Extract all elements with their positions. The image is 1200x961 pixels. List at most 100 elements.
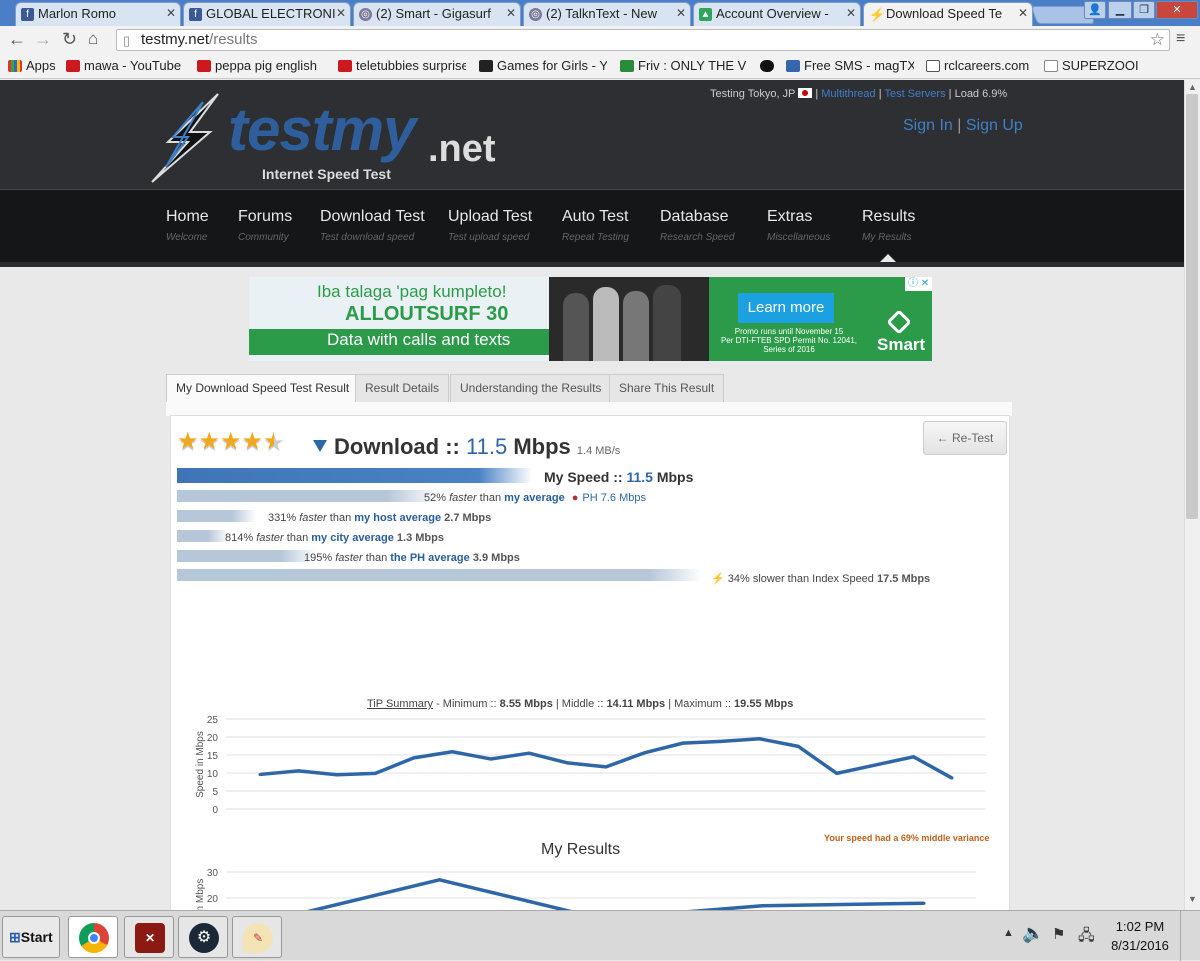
taskbar-paint[interactable]: ✎ bbox=[232, 916, 282, 958]
rcl-icon bbox=[926, 60, 940, 72]
nav-database[interactable]: Database Research Speed bbox=[660, 208, 735, 243]
scroll-down-icon[interactable]: ▼ bbox=[1188, 894, 1197, 904]
ph-average-link[interactable]: the PH average bbox=[390, 552, 469, 564]
separator: | bbox=[957, 117, 962, 134]
comparison-word: faster bbox=[335, 552, 363, 564]
my-results-title: My Results bbox=[541, 841, 621, 858]
nav-label: Forums bbox=[238, 208, 293, 225]
data-point bbox=[761, 904, 764, 908]
action-center-icon[interactable]: ⚑ bbox=[1052, 925, 1065, 943]
ad-cta-button[interactable]: Learn more bbox=[738, 293, 834, 323]
comparison-word: faster bbox=[256, 532, 284, 544]
nav-download-test[interactable]: Download Test Test download speed bbox=[320, 208, 425, 243]
bookmark-superzooi[interactable]: SUPERZOOI bbox=[1044, 58, 1139, 73]
ad-choices-icon[interactable]: ⓘ ✕ bbox=[905, 277, 932, 291]
browser-tab-5[interactable]: ▲ Account Overview - ✕ bbox=[693, 2, 861, 26]
bookmark-peppa[interactable]: peppa pig english bbox=[197, 58, 317, 73]
comparison-than: than bbox=[479, 492, 502, 504]
nav-extras[interactable]: Extras Miscellaneous bbox=[767, 208, 830, 243]
rating-stars: ★★★★★★★★★★ bbox=[177, 430, 285, 457]
nav-results[interactable]: Results My Results bbox=[862, 208, 915, 243]
tab-share-result[interactable]: Share This Result bbox=[609, 374, 725, 402]
scrollbar-thumb[interactable] bbox=[1186, 94, 1198, 519]
bookmark-rcl[interactable]: rclcareers.com bbox=[926, 58, 1029, 73]
taskbar-chrome[interactable] bbox=[68, 916, 118, 958]
star-rating: ★★★★★★★★★★ bbox=[177, 430, 285, 457]
minimize-button[interactable]: ▁ bbox=[1108, 1, 1132, 19]
network-icon[interactable]: 🖧 bbox=[1078, 925, 1095, 950]
menu-icon[interactable]: ≡ bbox=[1176, 30, 1185, 48]
sign-up-link[interactable]: Sign Up bbox=[966, 117, 1023, 134]
browser-tab-4[interactable]: ◎ (2) TalknText - New ✕ bbox=[523, 2, 691, 26]
my-average-link[interactable]: my average bbox=[504, 492, 565, 504]
nav-home[interactable]: Home Welcome bbox=[166, 208, 209, 243]
browser-tab-2[interactable]: f GLOBAL ELECTRONI ✕ bbox=[183, 2, 351, 26]
address-bar[interactable]: ▯ testmy.net/results ☆ bbox=[116, 29, 1170, 51]
data-point bbox=[296, 769, 300, 773]
tab-result-details[interactable]: Result Details bbox=[355, 374, 450, 402]
ad-banner[interactable]: Iba talaga 'pag kumpleto! ALLOUTSURF 30 … bbox=[249, 277, 932, 361]
windows-taskbar: ⊞Start ✕ ⚙ ✎ ▲ 🔈 ⚑ 🖧 1:02 PM 8/31/2016 bbox=[0, 910, 1200, 961]
nav-label: Results bbox=[862, 208, 916, 225]
close-window-button[interactable]: ✕ bbox=[1156, 1, 1198, 19]
user-icon[interactable]: 👤 bbox=[1084, 1, 1106, 19]
close-icon[interactable]: ✕ bbox=[166, 6, 176, 20]
home-icon[interactable]: ⌂ bbox=[88, 29, 98, 49]
taskbar-steam[interactable]: ⚙ bbox=[178, 916, 228, 958]
host-average-link[interactable]: my host average bbox=[354, 512, 441, 524]
bookmark-teletubbies[interactable]: teletubbies surprise bbox=[338, 58, 466, 73]
bookmark-apps[interactable]: Apps bbox=[8, 58, 56, 73]
scroll-up-icon[interactable]: ▲ bbox=[1188, 82, 1197, 92]
bookmark-unnamed[interactable] bbox=[760, 58, 778, 73]
data-point bbox=[527, 751, 531, 755]
restore-button[interactable]: ❐ bbox=[1133, 1, 1155, 19]
back-icon[interactable]: ← bbox=[8, 29, 26, 50]
ad-brand: Smart bbox=[877, 335, 926, 354]
close-icon[interactable]: ✕ bbox=[676, 6, 686, 20]
multithread-link[interactable]: Multithread bbox=[821, 88, 875, 100]
tab-understanding-results[interactable]: Understanding the Results bbox=[450, 374, 612, 402]
reload-icon[interactable]: ↻ bbox=[62, 29, 77, 50]
browser-tab-6[interactable]: ⚡ Download Speed Te ✕ bbox=[863, 2, 1033, 26]
comparison-extra: 3.9 Mbps bbox=[472, 552, 520, 564]
close-icon[interactable]: ✕ bbox=[846, 6, 856, 20]
bookmark-mawa[interactable]: mawa - YouTube bbox=[66, 58, 181, 73]
globe-icon: ◎ bbox=[529, 8, 542, 21]
retest-button[interactable]: ← Re-Test bbox=[923, 421, 1007, 455]
sign-in-link[interactable]: Sign In bbox=[903, 117, 953, 134]
test-servers-link[interactable]: Test Servers bbox=[884, 88, 945, 100]
comparison-pct: 331% bbox=[268, 512, 297, 524]
tab-title: Marlon Romo bbox=[38, 6, 117, 21]
browser-tab-1[interactable]: f Marlon Romo ✕ bbox=[15, 2, 181, 26]
close-icon[interactable]: ✕ bbox=[336, 6, 346, 20]
clock[interactable]: 1:02 PM 8/31/2016 bbox=[1108, 919, 1172, 953]
logo-tagline: Internet Speed Test bbox=[262, 166, 391, 182]
youtube-icon bbox=[66, 60, 80, 72]
browser-tab-3[interactable]: ◎ (2) Smart - Gigasurf ✕ bbox=[353, 2, 521, 26]
data-point bbox=[835, 771, 839, 775]
comparison-city-average: 814% faster than my city average 1.3 Mbp… bbox=[225, 532, 444, 544]
nav-forums[interactable]: Forums Community bbox=[238, 208, 292, 243]
my-speed-value: 11.5 bbox=[626, 469, 653, 485]
ad-fine-line: Per DTI-FTEB SPD Permit No. 12041, bbox=[720, 336, 858, 345]
show-desktop-button[interactable] bbox=[1180, 911, 1200, 961]
comparison-bar bbox=[177, 490, 440, 502]
forward-icon[interactable]: → bbox=[34, 29, 52, 50]
volume-icon[interactable]: 🔈 bbox=[1022, 923, 1044, 944]
show-hidden-icons[interactable]: ▲ bbox=[1003, 927, 1014, 939]
tab-my-download-result[interactable]: My Download Speed Test Result bbox=[166, 374, 360, 402]
star-icon[interactable]: ☆ bbox=[1150, 30, 1165, 50]
taskbar-dota[interactable]: ✕ bbox=[124, 916, 174, 958]
nav-upload-test[interactable]: Upload Test Test upload speed bbox=[448, 208, 532, 243]
close-icon[interactable]: ✕ bbox=[506, 6, 516, 20]
start-button[interactable]: ⊞Start bbox=[2, 916, 60, 958]
bookmark-games[interactable]: Games for Girls - Y bbox=[479, 58, 607, 73]
bookmark-friv[interactable]: Friv : ONLY THE V bbox=[620, 58, 748, 73]
city-average-link[interactable]: my city average bbox=[311, 532, 394, 544]
bookmark-freesms[interactable]: Free SMS - magTX bbox=[786, 58, 914, 73]
close-icon[interactable]: ✕ bbox=[1018, 6, 1028, 20]
my-speed-bar bbox=[177, 468, 532, 483]
download-label: Download :: bbox=[334, 434, 460, 459]
ad-headline: Iba talaga 'pag kumpleto! bbox=[317, 282, 507, 301]
nav-auto-test[interactable]: Auto Test Repeat Testing bbox=[562, 208, 629, 243]
